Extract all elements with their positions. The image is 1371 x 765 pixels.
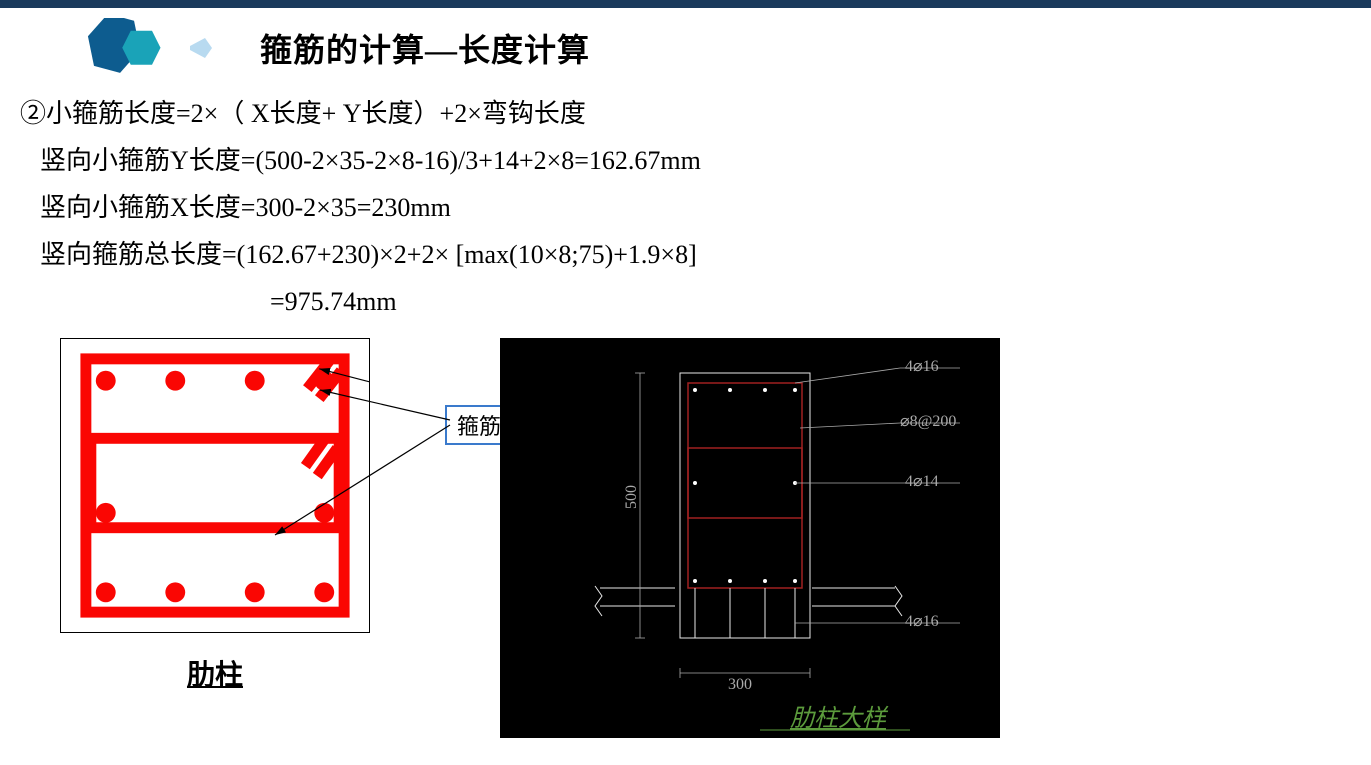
formula-line-5: =975.74mm [20,281,1351,324]
cad-detail-diagram: 4⌀16 ⌀8@200 4⌀14 4⌀16 500 300 肋柱大样 [500,338,1000,738]
header: 箍筋的计算—长度计算 [0,8,1371,78]
formula-line-2: 竖向小箍筋Y长度=(500-2×35-2×8-16)/3+14+2×8=162.… [20,140,1351,183]
logo-icon [50,18,230,78]
formula-line-1: ②小箍筋长度=2×（ X长度+ Y长度）+2×弯钩长度 [20,93,1351,136]
annotation-d8-200: ⌀8@200 [900,411,956,431]
formula-line-4: 竖向箍筋总长度=(162.67+230)×2+2× [max(10×8;75)+… [20,234,1351,277]
content-area: ②小箍筋长度=2×（ X长度+ Y长度）+2×弯钩长度 竖向小箍筋Y长度=(50… [0,78,1371,323]
rib-column-cross-section [60,338,370,633]
rib-column-diagram-container: 肋柱 [60,338,370,738]
formula-line-3: 竖向小箍筋X长度=300-2×35=230mm [20,187,1351,230]
annotation-4d16-top: 4⌀16 [905,356,939,376]
page-title: 箍筋的计算—长度计算 [260,25,590,71]
top-bar [0,0,1371,8]
dim-300: 300 [728,676,752,694]
cad-detail-title: 肋柱大样 [790,698,886,733]
annotation-4d16-bot: 4⌀16 [905,611,939,631]
diagrams-row: 肋柱 [0,338,1371,738]
annotation-4d14: 4⌀14 [905,471,939,491]
rib-column-label: 肋柱 [187,653,243,693]
dim-500: 500 [623,485,641,509]
